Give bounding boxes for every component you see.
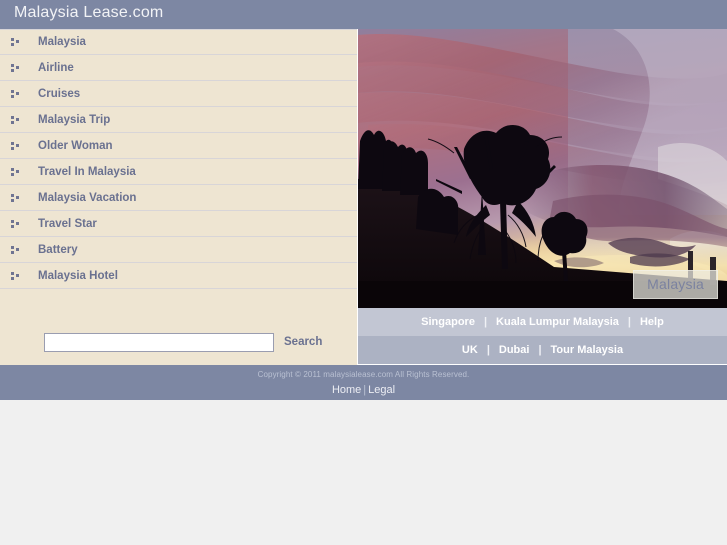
sidebar-item-label: Malaysia (38, 36, 86, 48)
sidebar-item-label: Airline (38, 61, 74, 74)
site-footer: Copyright © 2011 malaysialease.com All R… (0, 365, 727, 400)
site-header: Malaysia Lease.com (0, 0, 727, 29)
search-button[interactable]: Search (284, 336, 322, 348)
sidebar-item-battery[interactable]: Battery (0, 237, 357, 263)
page-root: Malaysia Lease.com Malaysia Airline Cruise… (0, 0, 727, 545)
footer-link-home[interactable]: Home (332, 384, 361, 396)
bullet-squares-icon (11, 219, 21, 229)
sidebar-item-label: Older Woman (38, 139, 113, 152)
sidebar-item-label: Malaysia Vacation (38, 191, 137, 204)
link-separator: | (483, 316, 488, 328)
sidebar-item-cruises[interactable]: Cruises (0, 81, 357, 107)
sidebar-nav-list: Malaysia Airline Cruises Malaysia Trip Older… (0, 29, 357, 289)
link-tour-malaysia[interactable]: Tour Malaysia (551, 344, 624, 356)
link-dubai[interactable]: Dubai (499, 344, 530, 356)
bullet-squares-icon (11, 167, 21, 177)
search-input[interactable] (44, 332, 274, 352)
link-bar-primary: Singapore | Kuala Lumpur Malaysia | Help (358, 308, 727, 336)
footer-links: Home | Legal (0, 384, 727, 397)
sidebar-item-malaysia-trip[interactable]: Malaysia Trip (0, 107, 357, 133)
bullet-squares-icon (11, 141, 21, 151)
link-singapore[interactable]: Singapore (421, 316, 475, 328)
footer-link-legal[interactable]: Legal (368, 384, 395, 396)
sidebar-item-label: Malaysia Trip (38, 113, 111, 126)
sidebar-item-label: Travel In Malaysia (38, 165, 136, 178)
bullet-squares-icon (11, 193, 21, 203)
sidebar-item-older-woman[interactable]: Older Woman (0, 133, 357, 159)
search-row: Search (0, 319, 357, 365)
sidebar-item-airline[interactable]: Airline (0, 55, 357, 81)
link-bar-secondary: UK | Dubai | Tour Malaysia (358, 336, 727, 364)
bullet-squares-icon (11, 37, 21, 47)
bullet-squares-icon (11, 271, 21, 281)
sidebar-item-label: Travel Star (38, 217, 97, 230)
sidebar-item-label: Malaysia Hotel (38, 269, 118, 282)
bullet-squares-icon (11, 115, 21, 125)
sidebar-item-label: Cruises (38, 87, 81, 100)
bullet-squares-icon (11, 63, 21, 73)
footer-link-separator: | (363, 384, 367, 396)
hero-photo: Malaysia (358, 29, 727, 308)
link-separator: | (627, 316, 631, 328)
link-help[interactable]: Help (640, 316, 664, 328)
page-background-area (0, 400, 727, 545)
link-uk[interactable]: UK (462, 344, 478, 356)
sidebar-item-malaysia-hotel[interactable]: Malaysia Hotel (0, 263, 357, 289)
sidebar: Malaysia Airline Cruises Malaysia Trip Older… (0, 29, 357, 365)
footer-copyright: Copyright © 2011 malaysialease.com All R… (257, 370, 470, 379)
sidebar-item-travel-in-malaysia[interactable]: Travel In Malaysia (0, 159, 357, 185)
sidebar-item-malaysia[interactable]: Malaysia (0, 29, 357, 55)
sidebar-item-label: Battery (38, 243, 78, 256)
sidebar-item-travel-star[interactable]: Travel Star (0, 211, 357, 237)
bullet-squares-icon (11, 245, 21, 255)
link-separator: | (538, 344, 542, 356)
link-separator: | (486, 344, 490, 356)
site-title: Malaysia Lease.com (14, 4, 164, 21)
link-kuala-lumpur-malaysia[interactable]: Kuala Lumpur Malaysia (496, 316, 619, 328)
sunset-photo-image (358, 29, 727, 308)
bullet-squares-icon (11, 89, 21, 99)
sidebar-item-malaysia-vacation[interactable]: Malaysia Vacation (0, 185, 357, 211)
